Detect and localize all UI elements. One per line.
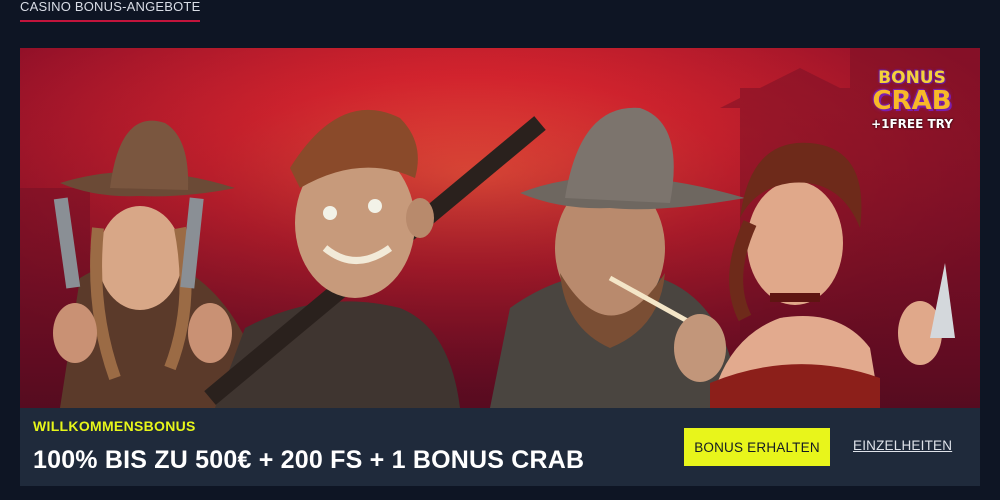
promo-info-panel: WILLKOMMENSBONUS 100% BIS ZU 500€ + 200 … [20,408,980,486]
details-link[interactable]: EINZELHEITEN [853,438,952,453]
section-title-underline [20,20,201,22]
logo-free-try: +1FREE TRY [871,117,953,131]
logo-line-1: BONUS [878,68,946,88]
get-bonus-button[interactable]: BONUS ERHALTEN [684,428,830,466]
logo-line-2: CRAB [872,86,952,116]
promo-label: WILLKOMMENSBONUS [33,418,196,434]
section-header: CASINO BONUS-ANGEBOTE [20,0,201,22]
promo-headline: 100% BIS ZU 500€ + 200 FS + 1 BONUS CRAB [33,446,585,474]
bonus-crab-logo: BONUS CRAB +1FREE TRY [864,68,960,140]
banner-artwork [20,48,980,408]
promo-banner[interactable]: BONUS CRAB +1FREE TRY [20,48,980,408]
section-title: CASINO BONUS-ANGEBOTE [20,0,201,14]
